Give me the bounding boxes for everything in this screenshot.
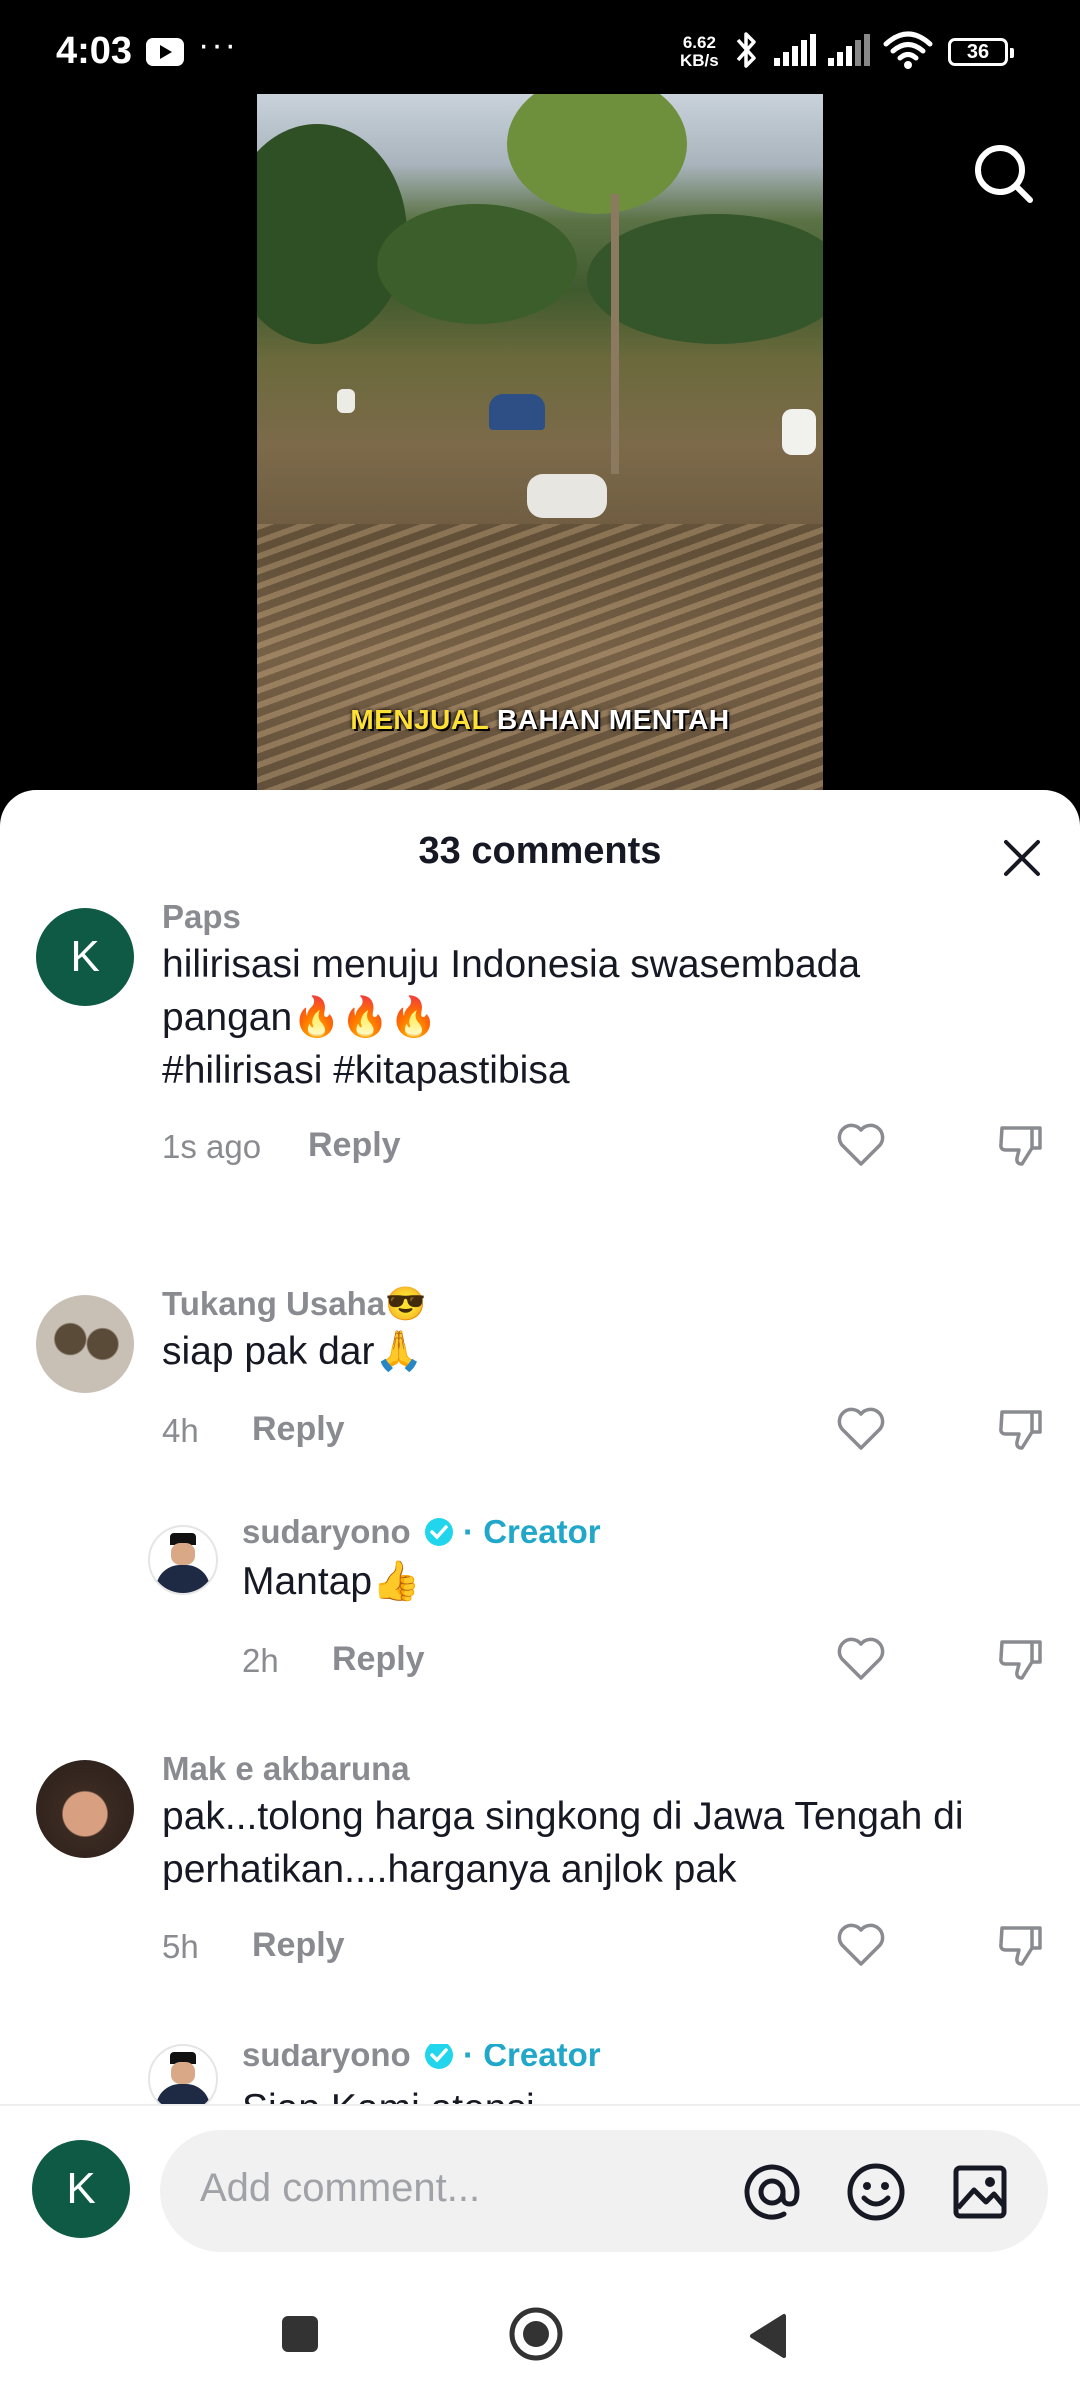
video-field-texture [257,524,823,794]
dislike-icon[interactable] [994,1402,1048,1456]
comment-text-line: Siap Kami atensi [242,2082,535,2104]
comment-username[interactable]: Paps [162,898,241,936]
like-heart-icon[interactable] [834,1632,888,1686]
network-speed: 6.62 KB/s [680,34,719,70]
video-sack [527,474,607,518]
reply-item: sudaryono · Creator Mantap👍 2h Reply [0,1513,1080,1686]
comment-item: K Paps hilirisasi menuju Indonesia swase… [0,898,1080,1166]
reply-item: sudaryono · Creator Siap Kami atensi [0,2044,1080,2104]
video-tree-trunk [611,194,619,474]
comment-timestamp: 4h [162,1412,199,1449]
network-speed-value: 6.62 [682,33,716,52]
close-icon[interactable] [994,830,1050,886]
comment-timestamp: 5h [162,1928,199,1965]
video-caption-highlight: MENJUAL [350,704,489,735]
avatar-suit [156,2084,210,2104]
comment-timestamp: 2h [242,1642,279,1679]
creator-label: · Creator [463,1513,601,1550]
comment-input[interactable]: Add comment... [160,2130,1048,2252]
verified-badge-icon [424,2044,453,2069]
comment-item: Tukang Usaha😎 siap pak dar🙏 4h Reply [0,1285,1080,1456]
bluetooth-icon [736,32,756,68]
comment-input-placeholder: Add comment... [200,2166,481,2210]
creator-label: · Creator [463,2044,601,2073]
comment-username[interactable]: Mak e akbaruna [162,1750,410,1788]
recents-square-icon[interactable] [278,2312,322,2356]
video-tree-shape [587,214,823,344]
avatar[interactable] [36,1295,134,1393]
comment-text-line: perhatikan....harganya anjlok pak [162,1848,737,1891]
avatar-face [171,2062,195,2084]
avatar[interactable] [36,1760,134,1858]
comment-timestamp: 1s ago [162,1128,262,1165]
battery-level: 36 [966,41,990,63]
network-speed-unit: KB/s [680,51,719,70]
status-bar: 4:03 ··· 6.62 KB/s 36 [0,0,1080,100]
home-circle-icon[interactable] [508,2306,564,2362]
reply-button[interactable]: Reply [332,1640,425,1679]
video-tree-shape [507,94,687,214]
avatar-suit [156,1565,210,1593]
comment-username[interactable]: Tukang Usaha😎 [162,1285,426,1324]
search-icon[interactable] [972,142,1036,206]
avatar-face [171,1543,195,1565]
reply-button[interactable]: Reply [252,1926,345,1965]
system-nav-bar [0,2274,1080,2400]
comment-text-line: siap pak dar🙏 [162,1330,424,1373]
dislike-icon[interactable] [994,1118,1048,1172]
comment-input-bar: K Add comment... [0,2104,1080,2276]
video-caption-text: BAHAN MENTAH [497,704,730,735]
like-heart-icon[interactable] [834,1918,888,1972]
video-sack [337,389,355,413]
verified-badge-icon [424,1518,453,1546]
creator-avatar[interactable] [148,2044,218,2104]
video-caption: MENJUAL BAHAN MENTAH [257,704,823,736]
emoji-icon[interactable] [844,2160,908,2224]
signal-strength-icon [774,34,816,66]
reply-button[interactable]: Reply [252,1410,345,1449]
avatar[interactable]: K [36,908,134,1006]
creator-avatar[interactable] [148,1525,218,1595]
comment-text-line: pangan🔥🔥🔥 [162,996,438,1039]
comment-text-line: pak...tolong harga singkong di Jawa Teng… [162,1795,964,1838]
comment-text-line: hilirisasi menuju Indonesia swasembada [162,943,861,986]
video-player[interactable]: MENJUAL BAHAN MENTAH [257,94,823,794]
youtube-notification-icon [146,38,184,66]
status-time: 4:03 [56,30,133,72]
creator-username: sudaryono [242,2044,411,2073]
video-tree-shape [377,204,577,324]
image-icon[interactable] [948,2160,1012,2224]
dislike-icon[interactable] [994,1918,1048,1972]
reply-button[interactable]: Reply [308,1126,401,1165]
back-triangle-icon[interactable] [746,2312,790,2360]
comments-count-title: 33 comments [418,830,662,872]
mention-icon[interactable] [740,2160,804,2224]
wifi-icon [883,31,933,69]
comment-username[interactable]: sudaryono · Creator [242,1513,601,1551]
video-farmer-figure [489,394,545,430]
more-notifications-icon: ··· [198,26,238,64]
creator-username: sudaryono [242,1513,411,1550]
like-heart-icon[interactable] [834,1402,888,1456]
comment-text-line: Mantap👍 [242,1560,421,1603]
comment-item: Mak e akbaruna pak...tolong harga singko… [0,1750,1080,1980]
video-sack [782,409,816,455]
dislike-icon[interactable] [994,1632,1048,1686]
like-heart-icon[interactable] [834,1118,888,1172]
my-avatar[interactable]: K [32,2140,130,2238]
comment-username[interactable]: sudaryono · Creator [242,2044,601,2074]
video-tree-shape [257,124,407,344]
signal-strength-2-icon [828,34,870,66]
comment-text-line: #hilirisasi #kitapastibisa [162,1049,570,1092]
battery-icon: 36 [948,38,1014,66]
